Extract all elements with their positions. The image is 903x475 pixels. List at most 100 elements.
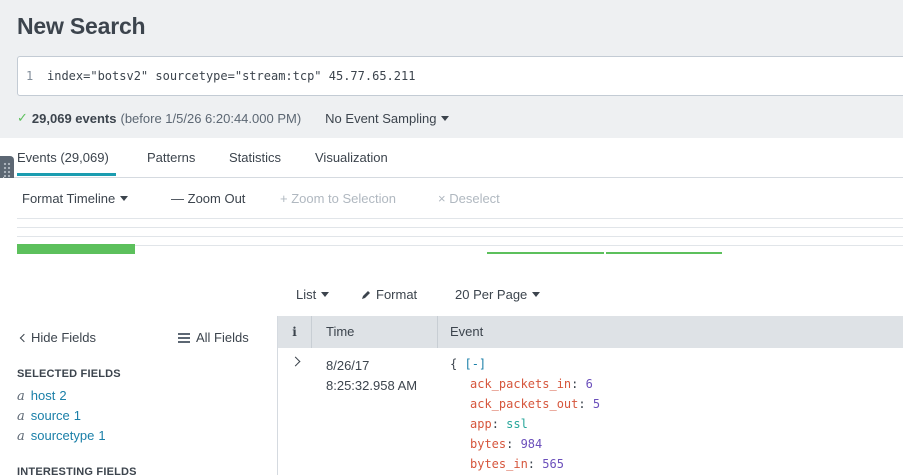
json-field-ack-packets-in: ack_packets_in: 6 bbox=[450, 374, 600, 394]
active-tab-indicator bbox=[17, 173, 116, 176]
tab-events[interactable]: Events (29,069) bbox=[17, 150, 109, 165]
json-open-brace: { bbox=[450, 357, 458, 371]
event-time: 8:25:32.958 AM bbox=[326, 378, 418, 393]
results-table-header: i Time Event bbox=[278, 316, 903, 348]
list-view-label: List bbox=[296, 287, 317, 302]
json-value[interactable]: 6 bbox=[586, 377, 593, 391]
json-field-ack-packets-out: ack_packets_out: 5 bbox=[450, 394, 600, 414]
pencil-icon bbox=[362, 291, 370, 299]
timeline-histogram[interactable] bbox=[17, 218, 903, 254]
json-value[interactable]: 984 bbox=[521, 437, 543, 451]
json-colon: : bbox=[527, 457, 543, 471]
string-type-icon: a bbox=[17, 429, 25, 444]
format-label: Format bbox=[376, 287, 418, 302]
tab-statistics[interactable]: Statistics bbox=[229, 150, 281, 165]
zoom-out-label: Zoom Out bbox=[187, 191, 246, 206]
format-timeline-button[interactable]: Format Timeline bbox=[22, 191, 129, 206]
field-name: source bbox=[30, 408, 70, 423]
json-field-bytes-in: bytes_in: 565 bbox=[450, 454, 600, 474]
timeline-gridline bbox=[17, 227, 903, 228]
timeline-gridline bbox=[17, 245, 903, 246]
tab-visualization[interactable]: Visualization bbox=[315, 150, 388, 165]
event-count: 29,069 events bbox=[31, 110, 117, 126]
json-key[interactable]: ack_packets_in bbox=[470, 377, 571, 391]
event-sampling-label: No Event Sampling bbox=[325, 110, 437, 126]
time-column-header[interactable]: Time bbox=[312, 316, 438, 348]
event-column-header: Event bbox=[450, 324, 484, 339]
field-name: sourcetype bbox=[30, 428, 95, 443]
all-fields-label: All Fields bbox=[196, 330, 249, 345]
hide-fields-button[interactable]: Hide Fields bbox=[19, 330, 97, 345]
field-count: 1 bbox=[73, 408, 82, 423]
json-key[interactable]: bytes_in bbox=[470, 457, 528, 471]
event-sampling-dropdown[interactable]: No Event Sampling bbox=[325, 110, 450, 126]
json-key[interactable]: app bbox=[470, 417, 492, 431]
expand-row-icon[interactable] bbox=[290, 356, 301, 367]
event-date: 8/26/17 bbox=[326, 358, 370, 373]
deselect-button[interactable]: × Deselect bbox=[438, 191, 500, 206]
zoom-to-selection-button[interactable]: + Zoom to Selection bbox=[280, 191, 396, 206]
json-field-bytes: bytes: 984 bbox=[450, 434, 600, 454]
chevron-left-icon bbox=[19, 333, 29, 343]
event-json: { [-] ack_packets_in: 6 ack_packets_out: … bbox=[450, 354, 600, 474]
list-view-dropdown[interactable]: List bbox=[296, 287, 330, 302]
info-column-header: i bbox=[278, 316, 312, 348]
field-item-sourcetype[interactable]: a sourcetype 1 bbox=[17, 428, 106, 444]
timeline-bar[interactable] bbox=[487, 252, 604, 254]
field-name: host bbox=[30, 388, 56, 403]
line-number: 1 bbox=[26, 69, 34, 83]
timeline-panel: Format Timeline — Zoom Out + Zoom to Sel… bbox=[0, 178, 903, 276]
json-colon: : bbox=[506, 437, 521, 451]
json-key[interactable]: ack_packets_out bbox=[470, 397, 578, 411]
search-input[interactable]: 1 index="botsv2" sourcetype="stream:tcp"… bbox=[17, 56, 903, 96]
json-colon: : bbox=[491, 417, 507, 431]
json-colon: : bbox=[571, 377, 586, 391]
results-tab-bar: Events (29,069) Patterns Statistics Visu… bbox=[0, 138, 903, 178]
search-query[interactable]: index="botsv2" sourcetype="stream:tcp" 4… bbox=[47, 69, 415, 83]
field-item-host[interactable]: a host 2 bbox=[17, 388, 67, 404]
format-timeline-label: Format Timeline bbox=[22, 191, 116, 206]
interesting-fields-title: INTERESTING FIELDS bbox=[17, 466, 137, 475]
json-value[interactable]: 5 bbox=[593, 397, 600, 411]
timeline-bar[interactable] bbox=[606, 252, 722, 254]
hide-fields-label: Hide Fields bbox=[31, 330, 97, 345]
deselect-label: Deselect bbox=[449, 191, 500, 206]
caret-down-icon bbox=[120, 196, 129, 202]
fields-sidebar: Hide Fields All Fields SELECTED FIELDS a… bbox=[0, 316, 278, 475]
json-value[interactable]: 565 bbox=[542, 457, 564, 471]
json-value[interactable]: ssl bbox=[506, 417, 528, 431]
caret-down-icon bbox=[532, 292, 541, 298]
minus-icon: — bbox=[171, 191, 184, 206]
results-toolbar: List Format 20 Per Page bbox=[0, 276, 903, 316]
event-time-range: (before 1/5/26 6:20:44.000 PM) bbox=[120, 110, 302, 126]
all-fields-button[interactable]: All Fields bbox=[178, 330, 249, 345]
page-title: New Search bbox=[17, 13, 146, 39]
format-button[interactable]: Format bbox=[361, 287, 417, 302]
results-table-body: 8/26/17 8:25:32.958 AM { [-] ack_packets… bbox=[278, 348, 903, 475]
json-colon: : bbox=[578, 397, 593, 411]
caret-down-icon bbox=[441, 115, 450, 121]
selected-fields-title: SELECTED FIELDS bbox=[17, 368, 121, 380]
per-page-label: 20 Per Page bbox=[455, 287, 528, 302]
check-icon: ✓ bbox=[17, 110, 28, 125]
field-count: 2 bbox=[59, 388, 67, 403]
tab-patterns[interactable]: Patterns bbox=[147, 150, 195, 165]
zoom-to-selection-label: Zoom to Selection bbox=[291, 191, 396, 206]
plus-icon: + bbox=[280, 191, 288, 206]
string-type-icon: a bbox=[17, 389, 25, 404]
json-key[interactable]: bytes bbox=[470, 437, 506, 451]
close-icon: × bbox=[438, 191, 446, 206]
caret-down-icon bbox=[321, 292, 330, 298]
json-collapse-toggle[interactable]: [-] bbox=[464, 357, 486, 371]
event-timestamp: 8/26/17 8:25:32.958 AM bbox=[326, 356, 417, 396]
zoom-out-button[interactable]: — Zoom Out bbox=[171, 191, 245, 206]
timeline-bar[interactable] bbox=[17, 244, 135, 254]
json-field-app: app: ssl bbox=[450, 414, 600, 434]
field-item-source[interactable]: a source 1 bbox=[17, 408, 81, 424]
list-icon bbox=[178, 333, 190, 343]
field-count: 1 bbox=[98, 428, 106, 443]
per-page-dropdown[interactable]: 20 Per Page bbox=[455, 287, 541, 302]
string-type-icon: a bbox=[17, 409, 25, 424]
search-status: ✓ 29,069 events (before 1/5/26 6:20:44.0… bbox=[17, 110, 450, 126]
timeline-gridline bbox=[17, 236, 903, 237]
